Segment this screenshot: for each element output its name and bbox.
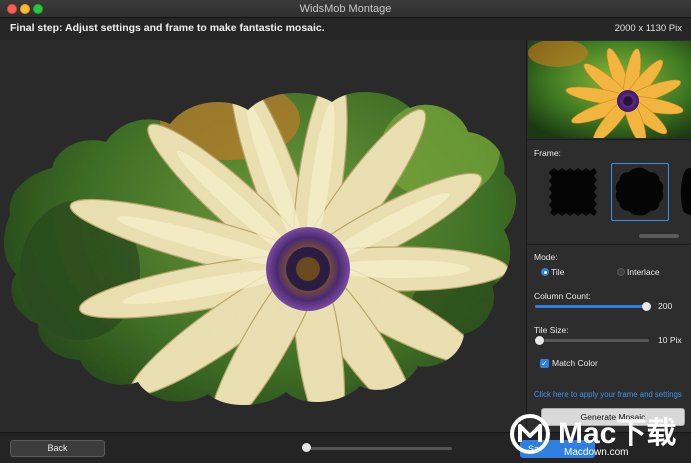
- frame-scrollbar[interactable]: [639, 234, 679, 238]
- flower-frame-icon: [615, 167, 664, 216]
- tile-size-knob[interactable]: [535, 336, 544, 345]
- frame-label: Frame:: [534, 148, 561, 158]
- settings-panel: Frame: Mode: Tile Interlace Column Count…: [526, 40, 691, 432]
- title-bar: WidsMob Montage: [0, 0, 691, 18]
- mode-interlace-label[interactable]: Interlace: [627, 267, 660, 277]
- tile-size-value: 10 Pix: [658, 335, 682, 345]
- column-count-value: 200: [658, 301, 673, 311]
- column-count-knob[interactable]: [641, 302, 651, 311]
- mode-label: Mode:: [534, 252, 558, 262]
- match-color-checkbox[interactable]: ✓: [540, 359, 549, 368]
- tile-size-slider[interactable]: [535, 339, 649, 342]
- svg-text:Macdown.com: Macdown.com: [564, 447, 628, 458]
- column-count-label: Column Count:: [534, 291, 591, 301]
- frame-option-flower[interactable]: [611, 163, 669, 221]
- column-count-fill: [535, 305, 646, 308]
- svg-text:Mac下载: Mac下载: [558, 417, 676, 450]
- frame-option-partial[interactable]: [677, 163, 691, 221]
- output-dimensions: 2000 x 1130 Pix: [614, 23, 682, 34]
- mode-tile-label[interactable]: Tile: [551, 267, 564, 277]
- stamp-frame-icon: [549, 168, 597, 216]
- mode-interlace-radio[interactable]: [617, 268, 625, 276]
- mosaic-canvas[interactable]: [0, 40, 526, 432]
- step-instruction: Final step: Adjust settings and frame to…: [10, 22, 325, 34]
- frame-option-stamp[interactable]: [544, 163, 602, 221]
- window-title: WidsMob Montage: [299, 3, 392, 15]
- match-color-label[interactable]: Match Color: [552, 358, 598, 368]
- macdown-logo: Mac下载 Macdown.com: [510, 414, 676, 458]
- zoom-slider[interactable]: [304, 447, 452, 450]
- mosaic-image: [3, 91, 517, 406]
- frame-shape-icon: [680, 167, 691, 216]
- mode-tile-radio[interactable]: [541, 268, 549, 276]
- zoom-slider-knob[interactable]: [302, 443, 311, 452]
- step-header: Final step: Adjust settings and frame to…: [0, 18, 691, 40]
- original-photo-preview: [528, 41, 691, 138]
- site-watermark: Mac下载 Macdown.com: [506, 407, 691, 463]
- preview-image: [528, 41, 691, 138]
- tile-size-label: Tile Size:: [534, 325, 569, 335]
- divider: [527, 244, 691, 245]
- column-count-slider[interactable]: [535, 305, 649, 308]
- divider: [527, 139, 691, 140]
- back-button[interactable]: Back: [10, 440, 105, 457]
- apply-frame-settings-link[interactable]: Click here to apply your frame and setti…: [534, 390, 682, 399]
